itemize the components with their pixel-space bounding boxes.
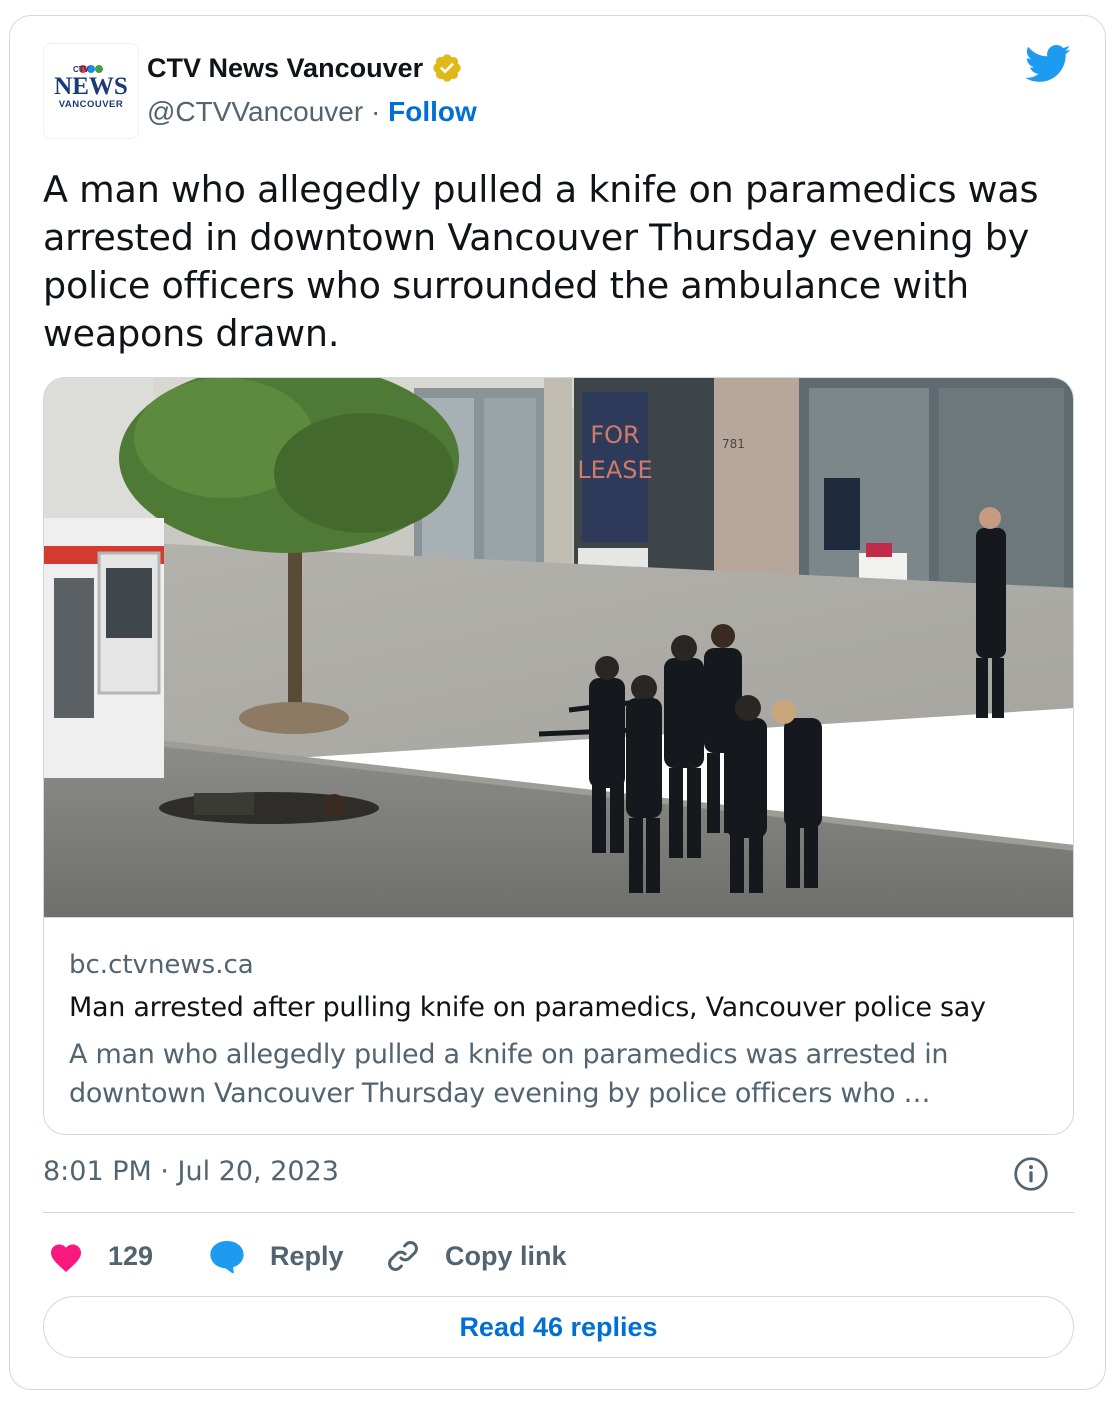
link-icon <box>388 1241 418 1271</box>
reply-label: Reply <box>270 1240 344 1271</box>
handle-row: @CTVVancouver · Follow <box>147 96 477 128</box>
author-handle[interactable]: @CTVVancouver <box>147 96 363 127</box>
follow-button[interactable]: Follow <box>388 96 477 127</box>
heart-icon <box>51 1244 81 1272</box>
svg-text:NEWS: NEWS <box>54 73 128 100</box>
verified-badge-icon <box>433 54 461 82</box>
actions-divider <box>43 1212 1074 1213</box>
tweet-timestamp[interactable]: 8:01 PM · Jul 20, 2023 <box>43 1156 339 1187</box>
svg-text:LEASE: LEASE <box>577 456 652 484</box>
dot-separator: · <box>371 96 381 127</box>
card-domain: bc.ctvnews.ca <box>69 950 254 980</box>
svg-text:781: 781 <box>722 437 745 451</box>
svg-text:VANCOUVER: VANCOUVER <box>59 99 124 110</box>
read-replies-label: Read 46 replies <box>459 1311 658 1342</box>
copy-link-label: Copy link <box>445 1240 567 1271</box>
twitter-bird-icon[interactable] <box>1025 44 1071 84</box>
reply-bubble-icon <box>210 1240 244 1274</box>
author-name[interactable]: CTV News Vancouver <box>147 52 463 84</box>
card-divider <box>44 917 1073 918</box>
copy-link-button[interactable]: Copy link <box>385 1236 567 1276</box>
card-description: A man who allegedly pulled a knife on pa… <box>69 1039 949 1109</box>
tweet-card: CTV NEWS VANCOUVER CTV News Vancouver @C… <box>9 15 1106 1390</box>
info-icon[interactable] <box>1013 1156 1049 1192</box>
avatar[interactable]: CTV NEWS VANCOUVER <box>43 43 139 139</box>
like-count: 129 <box>108 1240 154 1271</box>
link-preview-card[interactable]: FOR LEASE 781 bc.ctvnews.ca Man arrested… <box>43 377 1074 1135</box>
news-photo: FOR LEASE 781 <box>44 378 1073 917</box>
like-button[interactable]: 129 <box>48 1236 153 1276</box>
tweet-text: A man who allegedly pulled a knife on pa… <box>43 168 1039 355</box>
svg-text:FOR: FOR <box>590 421 639 449</box>
reply-button[interactable]: Reply <box>208 1236 344 1276</box>
read-replies-button[interactable]: Read 46 replies <box>43 1296 1074 1358</box>
card-title: Man arrested after pulling knife on para… <box>69 992 986 1023</box>
author-name-text[interactable]: CTV News Vancouver <box>147 53 423 84</box>
ctv-news-logo: CTV NEWS VANCOUVER <box>44 44 138 138</box>
